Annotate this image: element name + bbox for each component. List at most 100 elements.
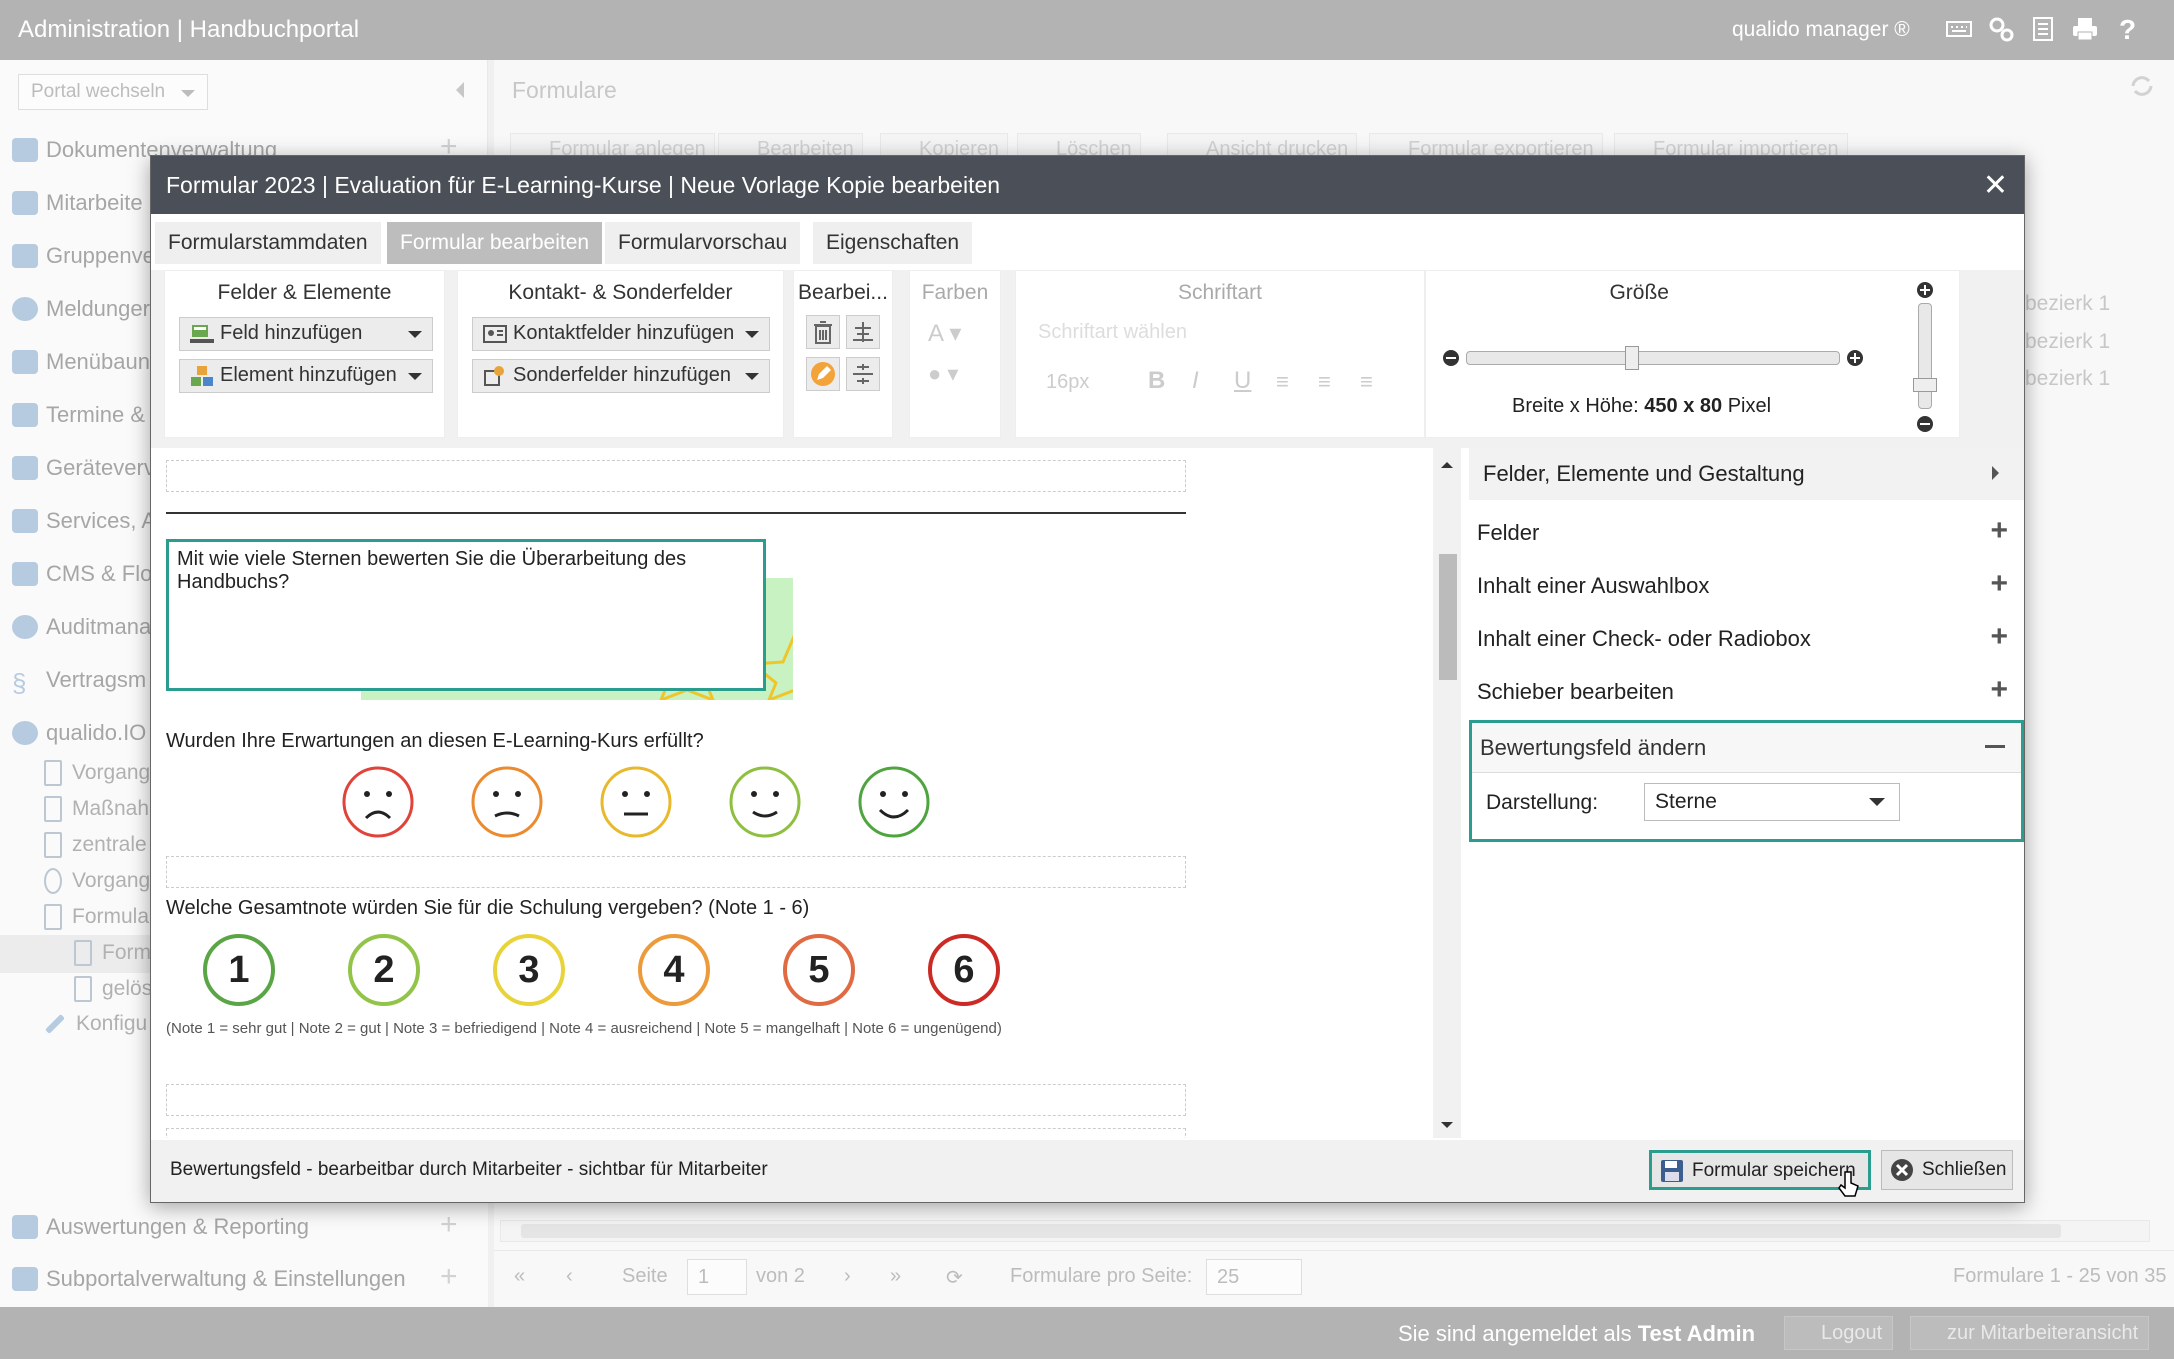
special-field-icon xyxy=(484,366,504,386)
distribute-icon xyxy=(853,364,873,384)
width-plus-icon[interactable] xyxy=(1846,349,1864,367)
grade-1-option[interactable]: 1 xyxy=(203,934,275,1006)
plus-icon: + xyxy=(1990,567,2008,600)
width-slider-thumb[interactable] xyxy=(1625,346,1639,370)
grade-3-option[interactable]: 3 xyxy=(493,934,565,1006)
font-size-select[interactable]: 16px xyxy=(1046,371,1089,394)
panel-header[interactable]: Felder, Elemente und Gestaltung xyxy=(1469,448,2024,500)
grade-2-option[interactable]: 2 xyxy=(348,934,420,1006)
tab-vorschau[interactable]: Formularvorschau xyxy=(605,222,801,264)
height-plus-icon[interactable] xyxy=(1916,281,1934,299)
form-canvas[interactable]: Mit wie viele Sternen bewerten Sie die Ü… xyxy=(151,448,1433,1138)
grade-notes: (Note 1 = sehr gut | Note 2 = gut | Note… xyxy=(166,1020,1002,1037)
panel-header-label: Felder, Elemente und Gestaltung xyxy=(1483,461,1805,486)
add-element-button[interactable]: Element hinzufügen xyxy=(179,359,433,393)
dialog-header: Formular 2023 | Evaluation für E-Learnin… xyxy=(151,156,2024,214)
selected-question-box[interactable]: Mit wie viele Sternen bewerten Sie die Ü… xyxy=(166,539,766,691)
button-label: Element hinzufügen xyxy=(220,364,397,386)
width-minus-icon[interactable] xyxy=(1442,349,1460,367)
section-bewertungsfeld: Bewertungsfeld ändern Darstellung: Stern… xyxy=(1469,720,2024,842)
canvas-scrollbar[interactable] xyxy=(1433,448,1461,1138)
add-special-fields-button[interactable]: Sonderfelder hinzufügen xyxy=(472,359,770,393)
grade-6-option[interactable]: 6 xyxy=(928,934,1000,1006)
empty-field-placeholder[interactable] xyxy=(166,1084,1186,1116)
add-field-button[interactable]: Feld hinzufügen xyxy=(179,317,433,351)
edit-element-button[interactable] xyxy=(806,357,840,391)
very-happy-face-icon[interactable] xyxy=(858,766,934,842)
fill-color-icon[interactable]: ● ▾ xyxy=(928,361,958,387)
delete-button[interactable] xyxy=(806,315,840,349)
very-sad-face-icon[interactable] xyxy=(342,766,418,842)
status-text: Bewertungsfeld - bearbeitbar durch Mitar… xyxy=(170,1159,768,1180)
form-editor-dialog: Formular 2023 | Evaluation für E-Learnin… xyxy=(150,155,2025,1203)
minus-icon xyxy=(1985,745,2005,748)
empty-field-placeholder[interactable] xyxy=(166,460,1186,492)
close-icon[interactable]: ✕ xyxy=(1983,168,2008,203)
scroll-down-icon[interactable] xyxy=(1441,1122,1453,1134)
distribute-button[interactable] xyxy=(846,357,880,391)
section-header[interactable]: Bewertungsfeld ändern xyxy=(1472,723,2021,773)
plus-icon: + xyxy=(1990,673,2008,706)
plus-icon: + xyxy=(1990,514,2008,547)
group-farben: Farben A ▾ ● ▾ xyxy=(909,270,1001,438)
height-slider-thumb[interactable] xyxy=(1913,378,1937,392)
bold-icon[interactable]: B xyxy=(1148,367,1165,395)
size-value: 450 x 80 xyxy=(1644,395,1723,417)
mouse-cursor-icon xyxy=(1838,1171,1859,1197)
separator-line[interactable] xyxy=(166,512,1186,514)
size-label: Breite x Höhe: xyxy=(1512,395,1639,417)
contact-card-icon xyxy=(483,325,507,343)
grade-rating[interactable]: 1 2 3 4 5 6 xyxy=(151,934,1051,1014)
section-auswahlbox[interactable]: Inhalt einer Auswahlbox + xyxy=(1469,560,2024,612)
empty-field-placeholder[interactable] xyxy=(166,1128,1186,1138)
height-minus-icon[interactable] xyxy=(1916,415,1934,433)
smiley-rating[interactable] xyxy=(151,766,930,846)
section-schieber[interactable]: Schieber bearbeiten + xyxy=(1469,666,2024,718)
group-kontakt-sonderfelder: Kontakt- & Sonderfelder Kontaktfelder hi… xyxy=(457,270,784,438)
italic-icon[interactable]: I xyxy=(1192,367,1199,395)
sad-face-icon[interactable] xyxy=(471,766,547,842)
scroll-up-icon[interactable] xyxy=(1441,456,1453,468)
dialog-footer: Bewertungsfeld - bearbeitbar durch Mitar… xyxy=(151,1140,2024,1202)
width-slider[interactable] xyxy=(1466,346,1840,370)
underline-icon[interactable]: U xyxy=(1234,367,1251,395)
group-schriftart: Schriftart Schriftart wählen 16px B I U … xyxy=(1015,270,1425,438)
empty-field-placeholder[interactable] xyxy=(166,856,1186,888)
align-left-icon[interactable]: ≡ xyxy=(1276,369,1289,395)
align-button[interactable] xyxy=(846,315,880,349)
tab-eigenschaften[interactable]: Eigenschaften xyxy=(813,222,973,264)
chevron-right-icon xyxy=(1992,466,2006,480)
group-felder-elemente: Felder & Elemente Feld hinzufügen Elemen… xyxy=(164,270,445,438)
happy-face-icon[interactable] xyxy=(729,766,805,842)
font-select[interactable]: Schriftart wählen xyxy=(1030,317,1410,351)
question-expectations[interactable]: Wurden Ihre Erwartungen an diesen E-Lear… xyxy=(166,730,704,753)
section-label: Inhalt einer Auswahlbox xyxy=(1477,573,1710,598)
grade-5-option[interactable]: 5 xyxy=(783,934,855,1006)
scroll-thumb[interactable] xyxy=(1439,554,1457,680)
align-center-icon[interactable]: ≡ xyxy=(1318,369,1331,395)
tab-formular-bearbeiten[interactable]: Formular bearbeiten xyxy=(387,222,603,264)
height-slider[interactable] xyxy=(1913,303,1937,409)
tab-stammdaten[interactable]: Formularstammdaten xyxy=(155,222,381,264)
close-button[interactable]: Schließen xyxy=(1881,1150,2013,1190)
section-label: Bewertungsfeld ändern xyxy=(1480,735,1707,760)
group-groesse: Größe Breite x Höhe: 450 x 80 Pixel xyxy=(1425,270,1960,438)
section-checkbox[interactable]: Inhalt einer Check- oder Radiobox + xyxy=(1469,613,2024,665)
add-contact-fields-button[interactable]: Kontaktfelder hinzufügen xyxy=(472,317,770,351)
button-label: Kontaktfelder hinzufügen xyxy=(513,322,735,344)
section-felder[interactable]: Felder + xyxy=(1469,507,2024,559)
group-title: Größe xyxy=(1609,281,1669,304)
section-label: Schieber bearbeiten xyxy=(1477,679,1674,704)
text-color-icon[interactable]: A ▾ xyxy=(928,319,961,348)
field-icon xyxy=(190,325,214,343)
align-right-icon[interactable]: ≡ xyxy=(1360,369,1373,395)
size-unit: Pixel xyxy=(1727,395,1772,417)
align-icon xyxy=(853,322,873,342)
pencil-icon xyxy=(811,362,835,386)
size-readout: Breite x Höhe: 450 x 80 Pixel xyxy=(1512,395,1771,418)
neutral-face-icon[interactable] xyxy=(600,766,676,842)
grade-4-option[interactable]: 4 xyxy=(638,934,710,1006)
question-grade[interactable]: Welche Gesamtnote würden Sie für die Sch… xyxy=(166,897,809,920)
darstellung-select[interactable]: Sterne xyxy=(1644,783,1900,821)
button-label: Feld hinzufügen xyxy=(220,322,363,344)
